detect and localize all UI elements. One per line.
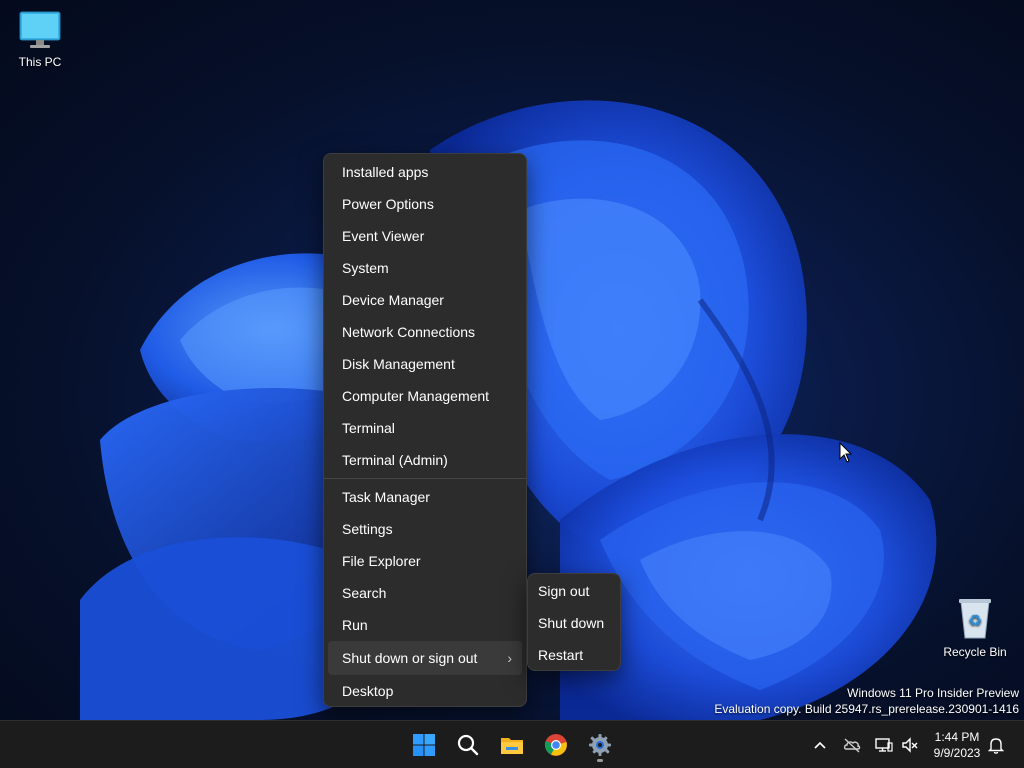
network-icon[interactable] bbox=[874, 735, 894, 755]
notification-bell-icon[interactable] bbox=[986, 735, 1006, 755]
chrome-icon bbox=[544, 734, 567, 756]
taskbar-file-explorer-button[interactable] bbox=[494, 727, 530, 763]
taskbar: 1:44 PM 9/9/2023 bbox=[0, 720, 1024, 768]
taskbar-chrome-button[interactable] bbox=[538, 727, 574, 763]
volume-muted-icon[interactable] bbox=[900, 735, 920, 755]
evaluation-watermark: Windows 11 Pro Insider Preview Evaluatio… bbox=[714, 685, 1019, 717]
menu-item-search[interactable]: Search bbox=[328, 577, 522, 609]
menu-item-network-connections[interactable]: Network Connections bbox=[328, 316, 522, 348]
submenu-item-shut-down[interactable]: Shut down bbox=[530, 607, 618, 639]
watermark-line-build: Evaluation copy. Build 25947.rs_prerelea… bbox=[714, 702, 1019, 716]
clock-time: 1:44 PM bbox=[934, 730, 980, 744]
svg-text:♻: ♻ bbox=[968, 611, 982, 630]
search-icon bbox=[457, 734, 479, 756]
menu-item-desktop[interactable]: Desktop bbox=[328, 675, 522, 707]
taskbar-settings-button[interactable] bbox=[582, 727, 618, 763]
menu-item-label: Shut down or sign out bbox=[342, 650, 478, 666]
quick-link-menu: Installed apps Power Options Event Viewe… bbox=[323, 153, 527, 707]
menu-item-terminal-admin[interactable]: Terminal (Admin) bbox=[328, 444, 522, 476]
menu-item-task-manager[interactable]: Task Manager bbox=[328, 481, 522, 513]
monitor-icon bbox=[19, 11, 61, 48]
menu-separator bbox=[324, 478, 526, 479]
watermark-line-edition: Windows 11 Pro Insider Preview bbox=[847, 686, 1019, 700]
desktop-icon-recycle-bin[interactable]: ♻ Recycle Bin bbox=[935, 596, 1015, 659]
start-button[interactable] bbox=[406, 727, 442, 763]
clock-date: 9/9/2023 bbox=[933, 746, 981, 760]
menu-item-shut-down-or-sign-out[interactable]: Shut down or sign out › bbox=[328, 641, 522, 675]
menu-item-terminal[interactable]: Terminal bbox=[328, 412, 522, 444]
shutdown-submenu: Sign out Shut down Restart bbox=[527, 573, 621, 671]
menu-item-power-options[interactable]: Power Options bbox=[328, 188, 522, 220]
menu-item-computer-management[interactable]: Computer Management bbox=[328, 380, 522, 412]
mouse-cursor-icon bbox=[839, 442, 853, 463]
menu-item-disk-management[interactable]: Disk Management bbox=[328, 348, 522, 380]
windows-start-icon bbox=[413, 734, 435, 756]
menu-item-event-viewer[interactable]: Event Viewer bbox=[328, 220, 522, 252]
menu-item-device-manager[interactable]: Device Manager bbox=[328, 284, 522, 316]
menu-item-system[interactable]: System bbox=[328, 252, 522, 284]
menu-item-installed-apps[interactable]: Installed apps bbox=[328, 156, 522, 188]
desktop-icon-label: This PC bbox=[18, 55, 62, 69]
chevron-right-icon: › bbox=[507, 650, 512, 666]
menu-item-file-explorer[interactable]: File Explorer bbox=[328, 545, 522, 577]
onedrive-offline-icon[interactable] bbox=[842, 735, 862, 755]
recycle-bin-icon: ♻ bbox=[959, 599, 991, 639]
menu-item-run[interactable]: Run bbox=[328, 609, 522, 641]
menu-item-settings[interactable]: Settings bbox=[328, 513, 522, 545]
file-explorer-icon bbox=[501, 738, 523, 754]
settings-gear-icon bbox=[589, 734, 611, 756]
submenu-item-restart[interactable]: Restart bbox=[530, 639, 618, 671]
desktop-icon-this-pc[interactable]: This PC bbox=[0, 10, 80, 69]
submenu-item-sign-out[interactable]: Sign out bbox=[530, 575, 618, 607]
running-indicator bbox=[597, 759, 603, 762]
taskbar-clock[interactable]: 1:44 PM 9/9/2023 bbox=[926, 729, 988, 761]
chevron-up-icon[interactable] bbox=[810, 735, 830, 755]
taskbar-search-button[interactable] bbox=[450, 727, 486, 763]
desktop-icon-label: Recycle Bin bbox=[943, 645, 1007, 659]
